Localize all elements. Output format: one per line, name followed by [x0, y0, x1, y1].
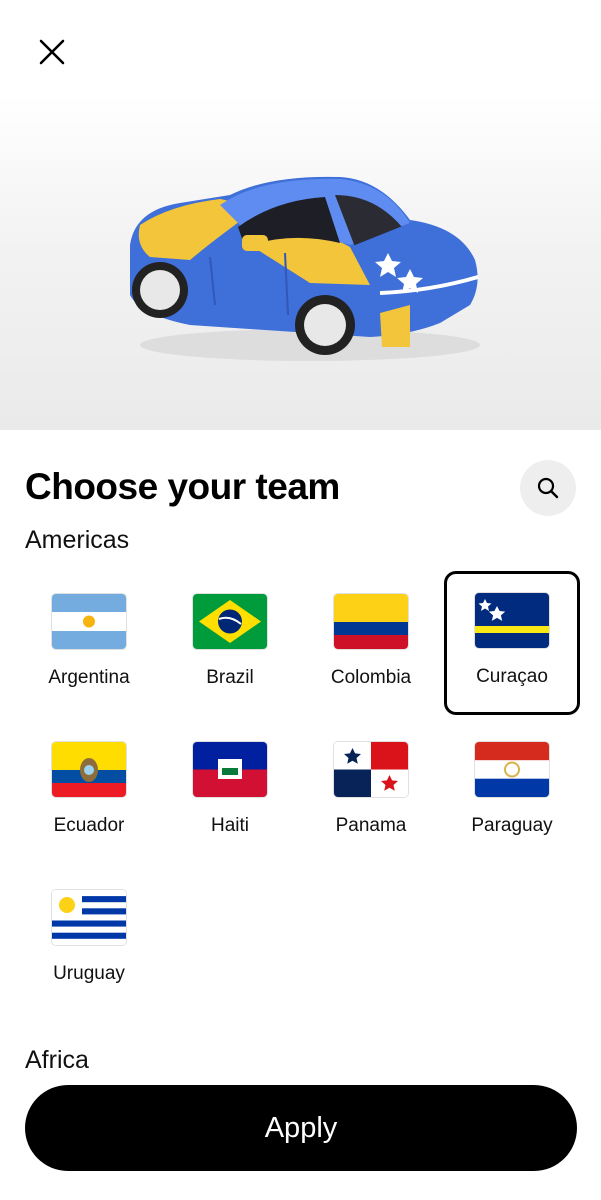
paraguay-flag-icon: [475, 742, 549, 797]
colombia-flag-icon: [334, 594, 408, 649]
page-title: Choose your team: [25, 466, 340, 507]
team-name: Curaçao: [476, 666, 548, 687]
team-option-panama[interactable]: Panama: [306, 720, 436, 856]
apply-button[interactable]: Apply: [25, 1085, 577, 1171]
brazil-flag-icon: [193, 594, 267, 649]
search-button[interactable]: [520, 460, 576, 516]
team-name: Ecuador: [53, 815, 125, 836]
team-name: Argentina: [48, 667, 130, 688]
team-name: Colombia: [330, 667, 412, 688]
argentina-flag-icon: [52, 594, 126, 649]
search-icon: [537, 477, 559, 499]
ecuador-flag-icon: [52, 742, 126, 797]
uruguay-flag-icon: [52, 890, 126, 945]
team-option-paraguay[interactable]: Paraguay: [447, 720, 577, 856]
team-option-argentina[interactable]: Argentina: [24, 572, 154, 708]
close-icon: [39, 39, 65, 65]
haiti-flag-icon: [193, 742, 267, 797]
car-illustration: [130, 176, 480, 361]
curacao-flag-icon: [475, 593, 549, 648]
team-option-ecuador[interactable]: Ecuador: [24, 720, 154, 856]
section-label-africa: Africa: [25, 1046, 89, 1074]
team-option-curacao[interactable]: Curaçao: [444, 571, 580, 715]
team-name: Uruguay: [53, 963, 125, 984]
team-option-colombia[interactable]: Colombia: [306, 572, 436, 708]
team-option-brazil[interactable]: Brazil: [165, 572, 295, 708]
team-option-uruguay[interactable]: Uruguay: [24, 868, 154, 1004]
panama-flag-icon: [334, 742, 408, 797]
team-name: Paraguay: [471, 815, 553, 836]
team-name: Panama: [335, 815, 407, 836]
team-name: Haiti: [210, 815, 249, 836]
team-option-haiti[interactable]: Haiti: [165, 720, 295, 856]
section-label-americas: Americas: [25, 526, 130, 554]
team-name: Brazil: [206, 667, 254, 688]
close-button[interactable]: [30, 30, 74, 74]
team-picker-screen: Choose your team Americas Argentina Braz…: [0, 0, 601, 1200]
hero-banner: [0, 0, 601, 430]
